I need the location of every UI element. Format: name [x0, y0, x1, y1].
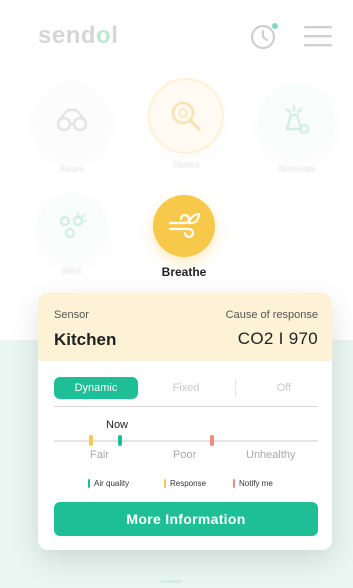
tab-underline — [54, 406, 318, 407]
history-clock-icon[interactable] — [247, 18, 283, 54]
cause-label: Cause of response — [225, 309, 318, 321]
mode-illuminate-circle — [259, 82, 335, 158]
legend-swatch — [233, 479, 235, 488]
app-header: sendol — [0, 0, 353, 80]
legend-item-air-quality: Air quality — [88, 479, 129, 488]
hamburger-menu-icon[interactable] — [302, 24, 334, 48]
page-indicator — [160, 580, 208, 584]
magnify-sensor-icon — [171, 101, 201, 131]
app-logo: sendol — [38, 22, 119, 49]
blink-icon — [60, 212, 87, 238]
page-indicator-active — [160, 580, 182, 583]
mode-breathe-circle — [153, 195, 215, 257]
mode-aware[interactable]: Aware — [29, 82, 115, 174]
notify-marker[interactable] — [210, 435, 215, 446]
tab-divider — [235, 380, 236, 396]
mode-label: Illuminate — [277, 164, 317, 174]
legend-swatch — [164, 479, 166, 488]
sensor-value: Kitchen — [54, 330, 117, 349]
mode-label: Aware — [59, 164, 85, 174]
response-marker[interactable] — [88, 435, 93, 446]
mode-label: Blink — [62, 266, 82, 276]
tab-dynamic[interactable]: Dynamic — [54, 377, 138, 399]
wind-leaf-icon — [168, 212, 201, 239]
mode-label: Detect — [172, 160, 199, 170]
mode-aware-circle — [34, 82, 110, 158]
card-header: Sensor Cause of response Kitchen CO2 I 9… — [38, 293, 332, 361]
scale-label-poor: Poor — [173, 449, 197, 461]
mode-blink-circle — [38, 192, 106, 260]
now-label: Now — [106, 419, 129, 431]
glasses-icon — [57, 109, 87, 131]
cause-value: CO2 I 970 — [237, 329, 318, 348]
sensor-label: Sensor — [54, 309, 89, 321]
mode-detect[interactable]: Detect — [143, 78, 229, 170]
tab-fixed[interactable]: Fixed — [150, 377, 222, 399]
scale-label-fair: Fair — [90, 449, 109, 461]
scale-label-unhealthy: Unhealthy — [246, 449, 296, 461]
mode-label-active: Breathe — [161, 265, 207, 279]
more-information-button[interactable]: More Information — [54, 502, 318, 536]
legend-label: Air quality — [94, 479, 130, 488]
page-indicator-dot — [186, 580, 200, 583]
legend-swatch — [88, 479, 90, 488]
tab-off[interactable]: Off — [248, 377, 320, 399]
legend-label: Response — [170, 479, 207, 488]
legend-item-response: Response — [164, 479, 206, 488]
mode-illuminate[interactable]: Illuminate — [254, 82, 340, 174]
mode-detect-circle — [148, 78, 224, 154]
legend-item-notify: Notify me — [233, 479, 273, 488]
mode-breathe[interactable]: Breathe — [141, 195, 227, 279]
air-quality-scale — [54, 440, 318, 442]
lamp-icon — [285, 105, 309, 134]
mode-blink[interactable]: Blink — [29, 192, 115, 276]
air-quality-marker — [118, 435, 122, 446]
mode-segmented-control: Dynamic Fixed Off — [54, 377, 316, 399]
sensor-response-card: Sensor Cause of response Kitchen CO2 I 9… — [38, 293, 332, 550]
legend-label: Notify me — [239, 479, 273, 488]
